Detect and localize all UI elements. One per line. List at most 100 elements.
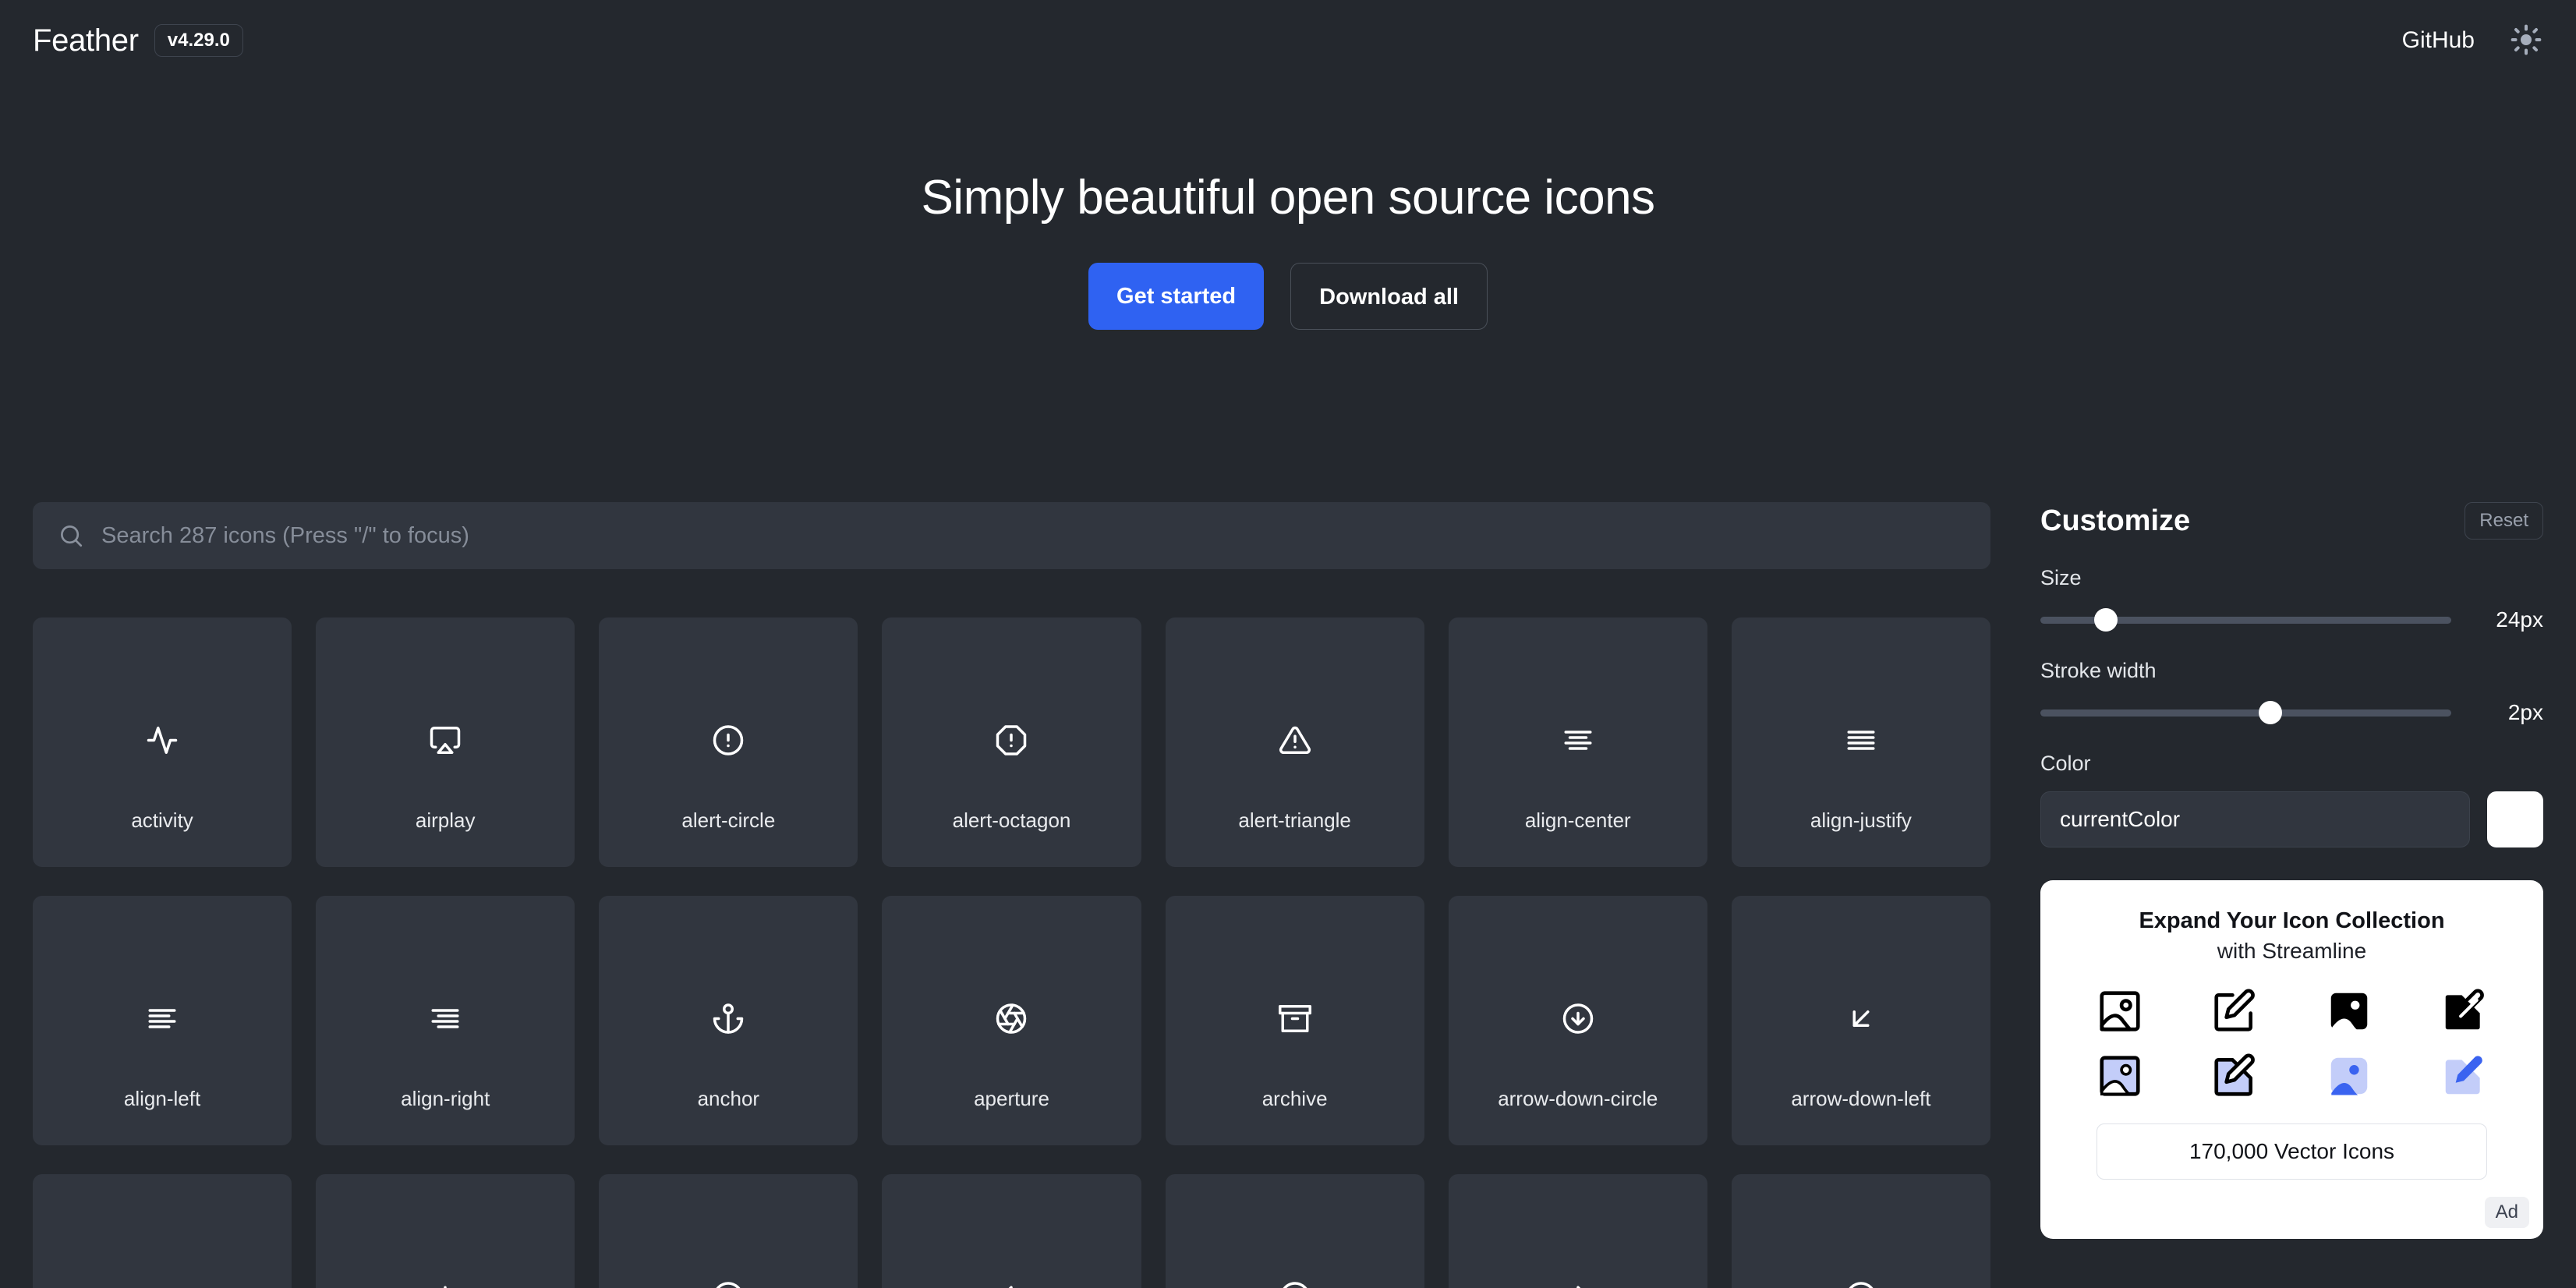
brand: Feather v4.29.0 [33,23,243,58]
stroke-width-control: Stroke width 2px [2040,659,2543,725]
icon-card-arrow-left[interactable]: arrow-left [882,1174,1141,1288]
ad-title: Expand Your Icon Collection [2139,908,2445,933]
color-control: Color [2040,752,2543,847]
page-title: Simply beautiful open source icons [921,171,1655,225]
size-slider-track[interactable] [2040,608,2451,632]
arrow-right-icon [1562,1280,1594,1288]
arrow-left-icon [995,1280,1028,1288]
icon-card-label: aperture [974,1087,1049,1110]
icon-card-align-left[interactable]: align-left [33,896,292,1145]
icon-card-label: anchor [697,1087,760,1110]
icon-card-arrow-right[interactable]: arrow-right [1448,1174,1707,1288]
download-all-button[interactable]: Download all [1290,263,1488,330]
stroke-slider-row: 2px [2040,700,2543,725]
site-header: Feather v4.29.0 GitHub [0,0,2576,81]
icon-card-label: align-justify [1810,809,1912,832]
icon-card-arrow-down-circle[interactable]: arrow-down-circle [1448,896,1707,1145]
icon-card-label: activity [131,809,193,832]
arrow-left-circle-icon [712,1280,745,1288]
archive-icon [1278,1002,1311,1035]
arrow-down-right-icon [146,1280,179,1288]
icon-card-arrow-down[interactable]: arrow-down [316,1174,575,1288]
stroke-slider-thumb[interactable] [2259,701,2283,724]
icon-card-label: alert-circle [681,809,776,832]
align-right-icon [429,1002,462,1035]
align-justify-icon [1845,724,1877,756]
reset-button[interactable]: Reset [2465,502,2543,540]
image-outline-icon [2096,987,2144,1039]
header-actions: GitHub [2402,23,2543,58]
get-started-button[interactable]: Get started [1088,263,1265,330]
anchor-icon [712,1002,745,1035]
arrow-right-circle-icon [1279,1280,1311,1288]
color-swatch-button[interactable] [2487,791,2543,847]
icon-card-arrow-up-circle[interactable]: arrow-up-circle [1731,1174,1990,1288]
customize-header: Customize Reset [2040,502,2543,540]
size-value: 24px [2496,607,2543,632]
alert-circle-icon [712,724,745,756]
icon-card-label: arrow-down-left [1791,1087,1931,1110]
icon-card-align-right[interactable]: align-right [316,896,575,1145]
image-duotone-icon [2325,1052,2373,1104]
activity-icon [146,724,179,756]
icon-card-anchor[interactable]: anchor [599,896,858,1145]
color-label: Color [2040,752,2091,775]
edit-duotone-icon [2440,1052,2488,1104]
ad-badge: Ad [2484,1197,2529,1228]
icon-card-alert-circle[interactable]: alert-circle [599,617,858,867]
stroke-value: 2px [2507,700,2543,724]
icon-grid: activity airplay alert-circle alert-octagon… [33,617,1990,1288]
stroke-slider-track[interactable] [2040,701,2451,724]
search-section [33,502,1990,569]
brand-name: Feather [33,23,139,58]
size-control: Size 24px [2040,566,2543,632]
airplay-icon [429,724,462,756]
align-center-icon [1562,724,1594,756]
icon-card-alert-octagon[interactable]: alert-octagon [882,617,1141,867]
search-box[interactable] [33,502,1990,569]
search-input[interactable] [101,522,1966,549]
icon-card-label: alert-octagon [952,809,1071,832]
hero-section: Simply beautiful open source icons Get s… [0,81,2576,330]
icon-card-arrow-down-left[interactable]: arrow-down-left [1731,896,1990,1145]
image-tinted-icon [2096,1052,2144,1104]
icon-card-label: arrow-down-circle [1498,1087,1658,1110]
search-icon [58,522,84,549]
ad-card[interactable]: Expand Your Icon Collection with Streaml… [2040,880,2543,1239]
icon-card-label: airplay [415,809,476,832]
size-slider-row: 24px [2040,607,2543,632]
icon-card-label: alert-triangle [1238,809,1351,832]
icon-card-align-justify[interactable]: align-justify [1731,617,1990,867]
edit-tinted-icon [2210,1052,2259,1104]
theme-toggle-button[interactable] [2509,23,2543,58]
ad-cta-button[interactable]: 170,000 Vector Icons [2097,1123,2487,1180]
customize-sidebar: Customize Reset Size 24px Stroke width 2… [2040,502,2543,1239]
ad-icon-preview [2067,987,2517,1104]
icon-card-arrow-down-right[interactable]: arrow-down-right [33,1174,292,1288]
image-solid-icon [2325,987,2373,1039]
aperture-icon [995,1002,1028,1035]
color-row [2040,791,2543,847]
edit-outline-icon [2210,987,2259,1039]
version-badge: v4.29.0 [154,24,243,57]
size-slider-thumb[interactable] [2094,608,2118,632]
icon-card-arrow-left-circle[interactable]: arrow-left-circle [599,1174,858,1288]
icon-card-align-center[interactable]: align-center [1448,617,1707,867]
hero-actions: Get started Download all [0,263,2576,330]
icon-card-activity[interactable]: activity [33,617,292,867]
github-link[interactable]: GitHub [2402,27,2475,54]
feather-icons-page: Feather v4.29.0 GitHub Simply beautiful … [0,0,2576,1288]
icon-card-archive[interactable]: archive [1165,896,1424,1145]
arrow-down-icon [429,1280,462,1288]
color-input[interactable] [2040,791,2470,847]
icon-card-alert-triangle[interactable]: alert-triangle [1165,617,1424,867]
icon-card-label: align-left [123,1087,201,1110]
customize-title: Customize [2040,504,2191,537]
icon-card-arrow-right-circle[interactable]: arrow-right-circle [1165,1174,1424,1288]
alert-triangle-icon [1279,724,1311,756]
edit-solid-icon [2440,987,2488,1039]
arrow-down-left-icon [1845,1002,1877,1035]
icon-card-airplay[interactable]: airplay [316,617,575,867]
icon-card-aperture[interactable]: aperture [882,896,1141,1145]
sun-icon [2511,24,2542,58]
